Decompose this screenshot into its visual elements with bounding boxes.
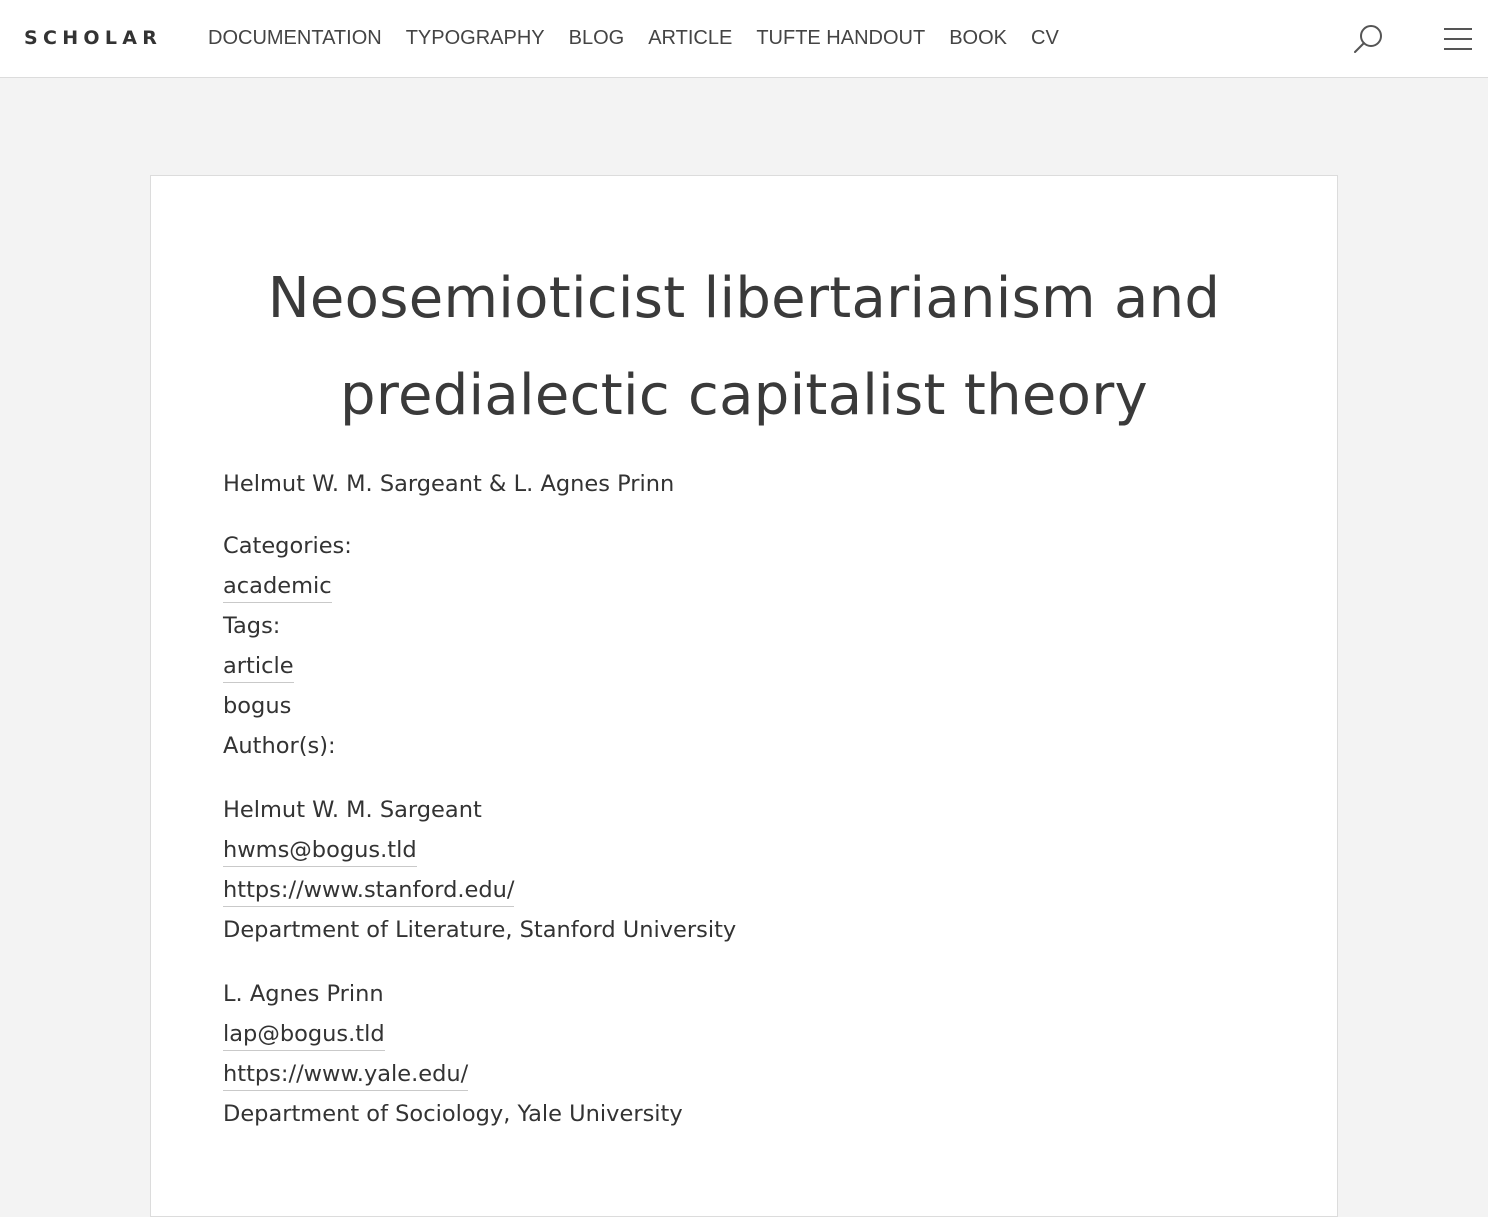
author-affiliation: Department of Sociology, Yale University xyxy=(223,1101,683,1127)
author-url-link[interactable]: https://www.stanford.edu/ xyxy=(223,877,515,907)
nav-item-blog[interactable]: BLOG xyxy=(569,26,625,50)
author-name: L. Agnes Prinn xyxy=(223,981,384,1007)
search-icon xyxy=(1354,25,1382,53)
article-byline: Helmut W. M. Sargeant & L. Agnes Prinn xyxy=(223,471,675,497)
category-link-academic[interactable]: academic xyxy=(223,573,332,603)
hamburger-menu-icon xyxy=(1444,28,1472,50)
author-affiliation: Department of Literature, Stanford Unive… xyxy=(223,917,737,943)
article-title-line-1: Neosemioticist libertarianism and xyxy=(267,266,1221,331)
author-url-link[interactable]: https://www.yale.edu/ xyxy=(223,1061,469,1091)
nav-item-tufte-handout[interactable]: TUFTE HANDOUT xyxy=(756,26,925,50)
top-navigation-bar: SCHOLAR DOCUMENTATION TYPOGRAPHY BLOG AR… xyxy=(0,0,1488,78)
tag-link-article[interactable]: article xyxy=(223,653,294,683)
author-name: Helmut W. M. Sargeant xyxy=(223,797,482,823)
authors-label: Author(s): xyxy=(223,733,336,759)
nav-item-documentation[interactable]: DOCUMENTATION xyxy=(208,26,382,50)
author-email-link[interactable]: lap@bogus.tld xyxy=(223,1021,385,1051)
nav-item-cv[interactable]: CV xyxy=(1031,26,1059,50)
article-title-line-2: predialectic capitalist theory xyxy=(340,363,1148,428)
nav-item-typography[interactable]: TYPOGRAPHY xyxy=(406,26,545,50)
article-title: Neosemioticist libertarianism and predial… xyxy=(0,250,1488,444)
author-email-link[interactable]: hwms@bogus.tld xyxy=(223,837,417,867)
article-meta: Helmut W. M. Sargeant & L. Agnes Prinn C… xyxy=(223,464,1223,1134)
tags-label: Tags: xyxy=(223,613,281,639)
menu-button[interactable] xyxy=(1442,26,1474,52)
main-nav: DOCUMENTATION TYPOGRAPHY BLOG ARTICLE TU… xyxy=(208,26,1083,50)
nav-item-book[interactable]: BOOK xyxy=(949,26,1007,50)
categories-label: Categories: xyxy=(223,533,352,559)
nav-item-article[interactable]: ARTICLE xyxy=(648,26,732,50)
search-button[interactable] xyxy=(1352,22,1386,56)
tag-bogus: bogus xyxy=(223,693,292,719)
site-brand-link[interactable]: SCHOLAR xyxy=(24,26,162,50)
